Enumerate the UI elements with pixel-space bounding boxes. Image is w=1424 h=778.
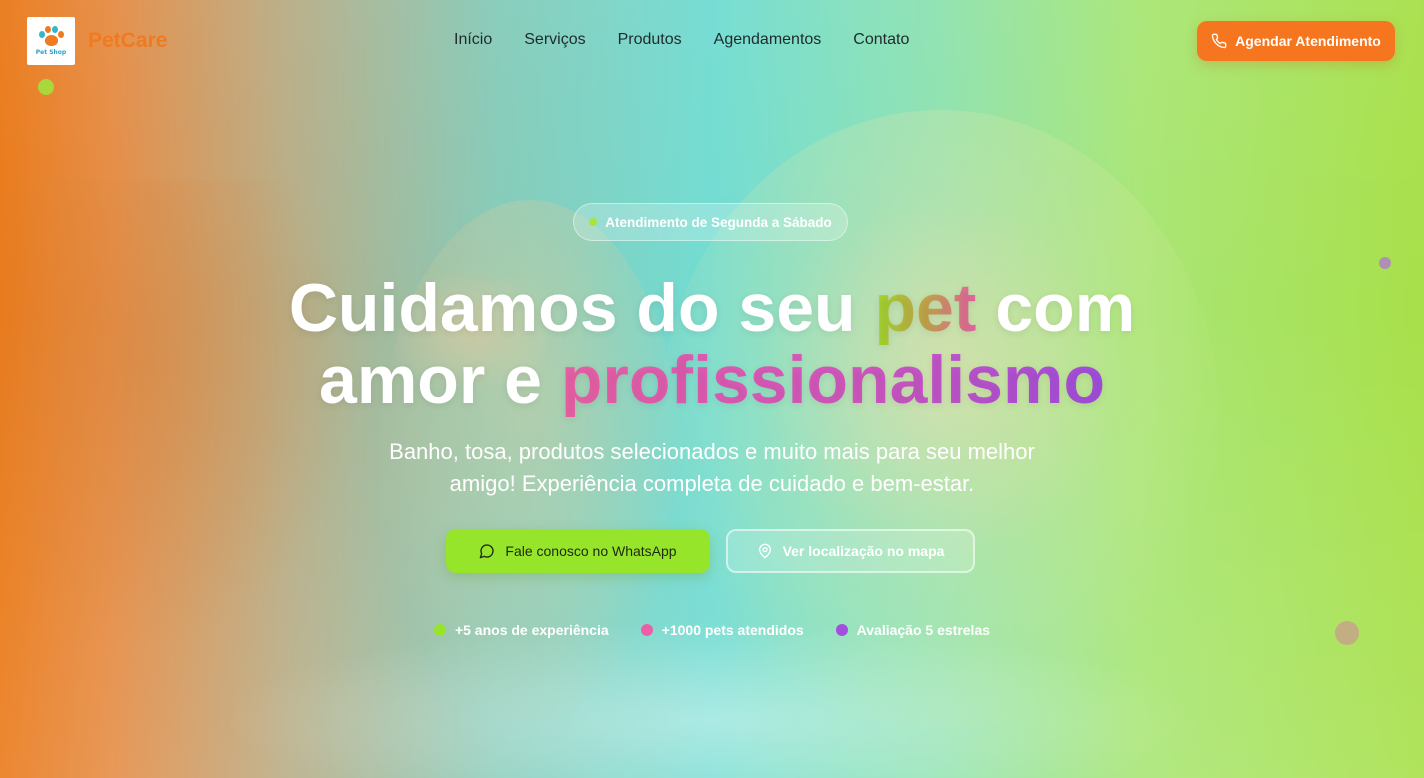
site-header: Pet Shop PetCare Início Serviços Produto… bbox=[0, 0, 1424, 84]
logo[interactable]: Pet Shop bbox=[27, 17, 75, 65]
subtitle-line: Banho, tosa, produtos selecionados e mui… bbox=[389, 439, 1035, 464]
main-nav: Início Serviços Produtos Agendamentos Co… bbox=[454, 31, 909, 49]
headline-text: amor e bbox=[319, 342, 561, 418]
paw-icon bbox=[38, 26, 64, 48]
view-map-button[interactable]: Ver localização no mapa bbox=[726, 529, 975, 573]
phone-icon bbox=[1211, 33, 1227, 49]
headline-highlight-pet: pet bbox=[874, 270, 977, 346]
decorative-dot bbox=[1379, 257, 1391, 269]
stat-dot bbox=[640, 624, 653, 636]
stat-dot bbox=[433, 624, 446, 636]
hero-stats: +5 anos de experiência +1000 pets atendi… bbox=[0, 622, 1424, 638]
logo-caption: Pet Shop bbox=[35, 49, 67, 56]
headline-text: Cuidamos do seu bbox=[288, 270, 875, 346]
stat-label: +1000 pets atendidos bbox=[661, 622, 804, 638]
nav-item-produtos[interactable]: Produtos bbox=[618, 31, 682, 49]
brand-name[interactable]: PetCare bbox=[88, 29, 167, 53]
schedule-appointment-label: Agendar Atendimento bbox=[1235, 33, 1381, 49]
stat-label: +5 anos de experiência bbox=[454, 622, 609, 638]
stat-pets-served: +1000 pets atendidos bbox=[640, 622, 804, 638]
view-map-button-label: Ver localização no mapa bbox=[782, 543, 945, 559]
nav-item-contato[interactable]: Contato bbox=[853, 31, 909, 49]
nav-item-inicio[interactable]: Início bbox=[454, 31, 492, 49]
schedule-appointment-button[interactable]: Agendar Atendimento bbox=[1197, 21, 1395, 61]
stat-experience: +5 anos de experiência bbox=[433, 622, 609, 638]
hero-subtitle: Banho, tosa, produtos selecionados e mui… bbox=[352, 436, 1072, 500]
hero-headline: Cuidamos do seu pet com amor e profissio… bbox=[200, 272, 1224, 416]
whatsapp-button[interactable]: Fale conosco no WhatsApp bbox=[446, 529, 710, 573]
map-pin-icon bbox=[757, 543, 773, 559]
nav-item-agendamentos[interactable]: Agendamentos bbox=[714, 31, 822, 49]
opening-hours-badge: Atendimento de Segunda a Sábado bbox=[573, 203, 848, 241]
chat-bubble-icon bbox=[479, 543, 495, 559]
stat-dot bbox=[835, 624, 848, 636]
headline-text: com bbox=[976, 270, 1136, 346]
whatsapp-button-label: Fale conosco no WhatsApp bbox=[505, 543, 677, 559]
nav-item-servicos[interactable]: Serviços bbox=[524, 31, 585, 49]
status-dot bbox=[589, 218, 598, 226]
stat-label: Avaliação 5 estrelas bbox=[856, 622, 991, 638]
stat-rating: Avaliação 5 estrelas bbox=[835, 622, 991, 638]
subtitle-line: amigo! Experiência completa de cuidado e… bbox=[449, 471, 975, 496]
badge-label: Atendimento de Segunda a Sábado bbox=[605, 214, 832, 230]
headline-highlight-profissionalismo: profissionalismo bbox=[560, 342, 1105, 418]
